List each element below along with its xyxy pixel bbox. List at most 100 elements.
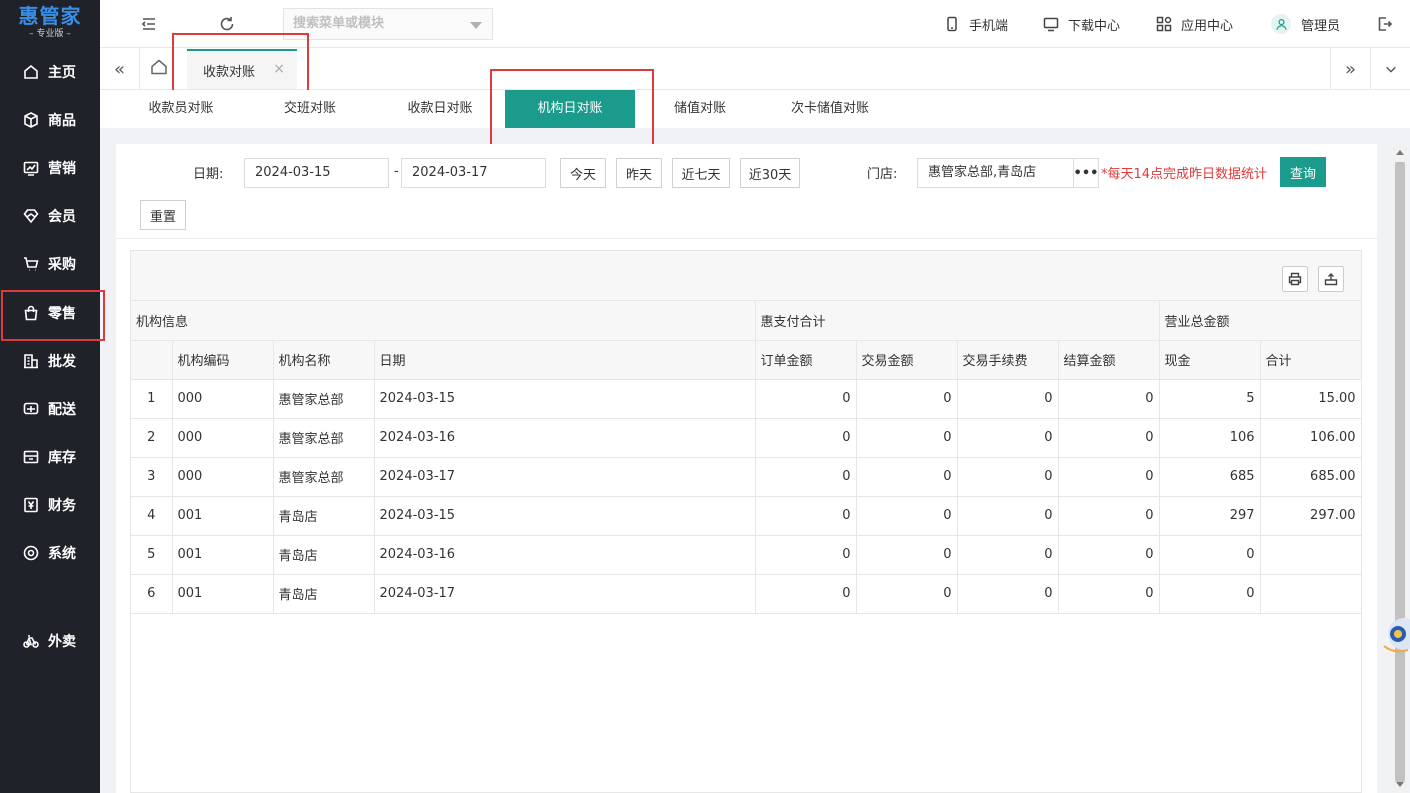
sidebar-item-label: 商品 xyxy=(48,113,76,129)
app-center-link[interactable]: 应用中心 xyxy=(1156,14,1233,34)
logout-icon[interactable] xyxy=(1375,14,1395,34)
column-header-order-amount[interactable]: 订单金额 xyxy=(755,340,857,380)
column-header-org-name[interactable]: 机构名称 xyxy=(273,340,375,380)
last-7-days-button[interactable]: 近七天 xyxy=(672,158,730,188)
table-row[interactable]: 3 000 惠管家总部 2024-03-17 0 0 0 0 685 685.00 xyxy=(131,457,1362,497)
sidebar-item-members[interactable]: 会员 xyxy=(0,192,100,240)
download-center-link[interactable]: 下载中心 xyxy=(1043,14,1120,34)
table-cell: 青岛店 xyxy=(273,574,375,614)
column-header-date[interactable]: 日期 xyxy=(374,340,756,380)
table-cell: 106.00 xyxy=(1260,418,1362,458)
sidebar-item-label: 批发 xyxy=(48,354,76,370)
subtab-shift-reconciliation[interactable]: 交班对账 xyxy=(275,90,345,128)
sidebar-item-label: 外卖 xyxy=(48,634,76,650)
reset-button[interactable]: 重置 xyxy=(140,200,186,230)
export-button[interactable] xyxy=(1318,266,1344,292)
table-cell: 000 xyxy=(172,457,274,497)
table-cell: 0 xyxy=(957,418,1059,458)
date-to-input[interactable]: 2024-03-17 xyxy=(401,158,546,188)
table-cell: 青岛店 xyxy=(273,535,375,575)
subtab-cashier-reconciliation[interactable]: 收款员对账 xyxy=(136,90,226,128)
table-row[interactable]: 4 001 青岛店 2024-03-15 0 0 0 0 297 297.00 xyxy=(131,496,1362,536)
column-header-cash[interactable]: 现金 xyxy=(1159,340,1261,380)
scroll-up-arrow-icon[interactable] xyxy=(1396,150,1404,155)
column-header-trade-fee[interactable]: 交易手续费 xyxy=(957,340,1059,380)
column-header-org-code[interactable]: 机构编码 xyxy=(172,340,274,380)
table-cell: 2 xyxy=(131,418,173,458)
sidebar-item-delivery[interactable]: 配送 xyxy=(0,385,100,433)
table-row[interactable]: 6 001 青岛店 2024-03-17 0 0 0 0 0 xyxy=(131,574,1362,614)
today-button[interactable]: 今天 xyxy=(560,158,606,188)
sidebar-item-inventory[interactable]: 库存 xyxy=(0,433,100,481)
tabs-dropdown-button[interactable] xyxy=(1370,48,1410,90)
scroll-thumb[interactable] xyxy=(1395,162,1405,782)
inventory-icon xyxy=(22,448,40,466)
column-header-index xyxy=(131,340,173,380)
subtab-card-stored-value-reconciliation[interactable]: 次卡储值对账 xyxy=(780,90,880,128)
monitor-icon xyxy=(1043,17,1059,32)
table-row[interactable]: 2 000 惠管家总部 2024-03-16 0 0 0 0 106 106.00 xyxy=(131,418,1362,458)
subtab-stored-value-reconciliation[interactable]: 储值对账 xyxy=(665,90,735,128)
table-cell: 0 xyxy=(755,574,857,614)
menu-collapse-icon[interactable] xyxy=(139,14,159,34)
user-menu[interactable]: 管理员 xyxy=(1271,14,1340,34)
table-cell: 0 xyxy=(1058,457,1160,497)
column-header-trade-amount[interactable]: 交易金额 xyxy=(856,340,958,380)
scroll-down-arrow-icon[interactable] xyxy=(1396,782,1404,787)
sidebar-item-finance[interactable]: 财务 xyxy=(0,481,100,529)
home-icon xyxy=(151,59,167,75)
query-button[interactable]: 查询 xyxy=(1280,157,1326,187)
sidebar-item-home[interactable]: 主页 xyxy=(0,48,100,96)
sidebar-item-wholesale[interactable]: 批发 xyxy=(0,337,100,385)
table-cell: 0 xyxy=(856,574,958,614)
table-cell: 001 xyxy=(172,574,274,614)
table-cell: 15.00 xyxy=(1260,379,1362,419)
table-cell: 2024-03-16 xyxy=(374,535,756,575)
table-cell: 0 xyxy=(957,496,1059,536)
date-from-input[interactable]: 2024-03-15 xyxy=(244,158,389,188)
sidebar-item-goods[interactable]: 商品 xyxy=(0,96,100,144)
print-button[interactable] xyxy=(1282,266,1308,292)
tabs-scroll-right-button[interactable]: » xyxy=(1330,48,1370,90)
table-row[interactable]: 1 000 惠管家总部 2024-03-15 0 0 0 0 5 15.00 xyxy=(131,379,1362,419)
retail-highlight-box xyxy=(1,290,105,341)
sidebar-item-label: 财务 xyxy=(48,498,76,514)
building-icon xyxy=(22,352,40,370)
tabs-scroll-left-button[interactable]: « xyxy=(100,48,140,90)
menu-search-select[interactable]: 搜索菜单或模块 xyxy=(283,8,493,40)
sidebar-item-system[interactable]: 系统 xyxy=(0,529,100,577)
store-select-input[interactable]: 惠管家总部,青岛店 xyxy=(917,158,1074,188)
sidebar-item-label: 主页 xyxy=(48,65,76,81)
truck-icon xyxy=(22,400,40,418)
group-header-business-total: 营业总金额 xyxy=(1159,301,1362,341)
subtab-highlight-box xyxy=(490,69,654,147)
home-tab[interactable] xyxy=(150,58,172,80)
brand-edition: – 专业版 – xyxy=(29,29,71,39)
table-cell: 6 xyxy=(131,574,173,614)
table-cell: 0 xyxy=(1159,574,1261,614)
column-header-settle-amount[interactable]: 结算金额 xyxy=(1058,340,1160,380)
store-picker-button[interactable]: ••• xyxy=(1073,158,1099,188)
sidebar-item-label: 营销 xyxy=(48,161,76,177)
page-scrollbar[interactable] xyxy=(1393,144,1407,793)
sidebar-item-marketing[interactable]: 营销 xyxy=(0,144,100,192)
refresh-icon[interactable] xyxy=(217,14,237,34)
table-cell: 0 xyxy=(1058,574,1160,614)
export-icon xyxy=(1324,273,1338,286)
column-header-total[interactable]: 合计 xyxy=(1260,340,1362,380)
last-30-days-button[interactable]: 近30天 xyxy=(740,158,800,188)
sidebar-item-takeaway[interactable]: 外卖 xyxy=(0,617,100,665)
yen-icon xyxy=(22,496,40,514)
yesterday-button[interactable]: 昨天 xyxy=(616,158,662,188)
table-cell: 0 xyxy=(957,535,1059,575)
mobile-link[interactable]: 手机端 xyxy=(944,14,1008,34)
logo: 惠管家 – 专业版 – xyxy=(0,0,100,48)
table-row[interactable]: 5 001 青岛店 2024-03-16 0 0 0 0 0 xyxy=(131,535,1362,575)
cart-icon xyxy=(22,255,40,273)
sidebar-item-purchase[interactable]: 采购 xyxy=(0,240,100,288)
box-icon xyxy=(22,111,40,129)
table-cell: 2024-03-17 xyxy=(374,574,756,614)
group-header-row: 机构信息 惠支付合计 营业总金额 xyxy=(131,301,1362,341)
assistant-robot-icon[interactable] xyxy=(1374,602,1410,666)
subtab-daily-payment-reconciliation[interactable]: 收款日对账 xyxy=(395,90,485,128)
